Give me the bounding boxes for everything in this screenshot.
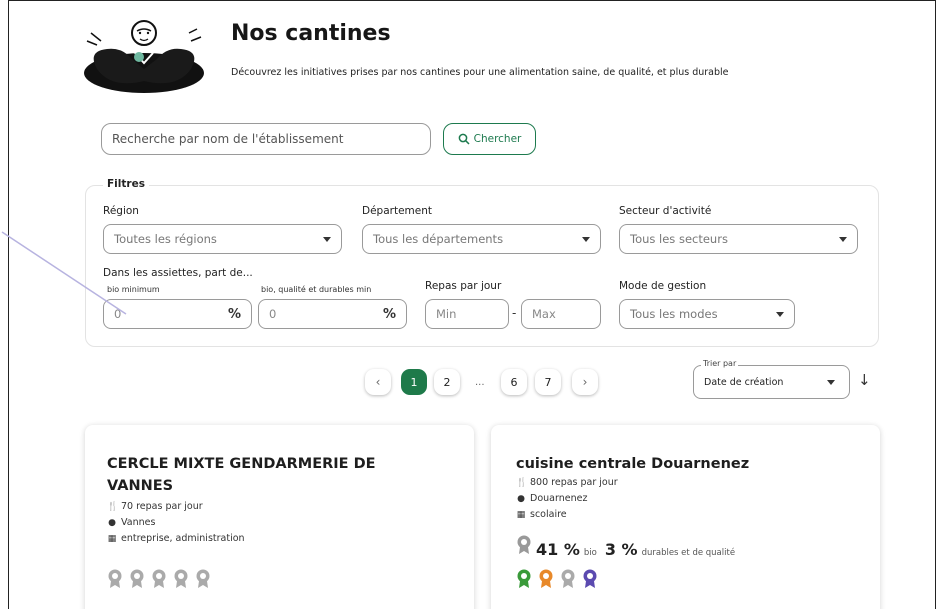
percent-icon: % (382, 306, 396, 322)
badge-icon (539, 569, 553, 588)
pagination-prev-button[interactable]: ‹ (365, 369, 391, 395)
sector-info: ▦ entreprise, administration (107, 533, 245, 544)
page-frame: Nos cantines Découvrez les initiatives p… (8, 0, 936, 609)
badge-icon (517, 569, 531, 588)
badge-icon (561, 569, 575, 588)
pagination-page-6[interactable]: 6 (501, 369, 527, 395)
pagination-page-2[interactable]: 2 (434, 369, 460, 395)
repas-max-field[interactable]: Max (521, 299, 601, 329)
badge-icon (174, 569, 188, 588)
cutlery-icon: 🍴 (107, 501, 119, 512)
gestion-select-value: Tous les modes (630, 307, 718, 321)
departement-label: Département (362, 205, 432, 217)
city-text: Douarnenez (530, 493, 588, 504)
city-info: ● Vannes (107, 517, 155, 528)
percent-icon: % (227, 306, 241, 322)
meals-info: 🍴 800 repas par jour (516, 477, 618, 488)
city-text: Vannes (121, 517, 156, 528)
pagination-next-button[interactable]: › (572, 369, 598, 395)
badge-icon (152, 569, 166, 588)
repas-min-placeholder: Min (436, 307, 457, 321)
city-info: ● Douarnenez (516, 493, 587, 504)
meals-text: 70 repas par jour (121, 501, 203, 512)
sort-label: Trier par (701, 359, 739, 368)
meals-text: 800 repas par jour (530, 477, 618, 488)
chevron-down-icon (582, 236, 590, 242)
search-button[interactable]: Chercher (443, 123, 536, 155)
filters-legend: Filtres (103, 178, 149, 190)
location-icon: ● (517, 493, 525, 504)
repas-max-placeholder: Max (532, 307, 556, 321)
cutlery-icon: 🍴 (516, 477, 528, 488)
page-title: Nos cantines (231, 21, 391, 46)
sector-text: entreprise, administration (121, 533, 245, 544)
durable-min-placeholder: 0 (269, 307, 277, 321)
arrow-down-icon[interactable]: ↓ (858, 371, 871, 389)
chevron-down-icon (776, 311, 784, 317)
assiettes-label: Dans les assiettes, part de... (103, 267, 253, 279)
region-select[interactable]: Toutes les régions (103, 224, 342, 254)
building-icon: ▦ (516, 509, 526, 520)
secteur-select-value: Tous les secteurs (630, 232, 728, 246)
bio-percent: 41 % (536, 540, 580, 559)
canteen-card-title: CERCLE MIXTE GENDARMERIE DE VANNES (107, 456, 376, 494)
location-icon: ● (108, 517, 116, 528)
region-label: Région (103, 205, 139, 217)
durable-min-field[interactable]: 0 % (258, 299, 407, 329)
badge-icon (108, 569, 122, 588)
repas-min-field[interactable]: Min (425, 299, 509, 329)
bio-min-placeholder: 0 (114, 307, 122, 321)
meals-info: 🍴 70 repas par jour (107, 501, 203, 512)
region-select-value: Toutes les régions (114, 232, 217, 246)
chevron-down-icon (323, 236, 331, 242)
secteur-label: Secteur d'activité (619, 205, 712, 217)
bio-min-field[interactable]: 0 % (103, 299, 252, 329)
search-button-label: Chercher (473, 133, 522, 145)
sector-info: ▦ scolaire (516, 509, 567, 520)
quality-stats: 41 % bio 3 % durables et de qualité (516, 535, 735, 559)
badge-icon (583, 569, 597, 588)
pagination-ellipsis: ... (475, 377, 485, 388)
repas-label: Repas par jour (425, 280, 502, 292)
award-icon (517, 535, 531, 554)
mascot-illustration (84, 20, 204, 93)
bio-label: bio (583, 548, 597, 558)
badge-icon (196, 569, 210, 588)
page-subtitle: Découvrez les initiatives prises par nos… (231, 67, 729, 78)
sort-value: Date de création (704, 377, 784, 388)
pagination-page-7[interactable]: 7 (535, 369, 561, 395)
pagination-page-1[interactable]: 1 (401, 369, 427, 395)
departement-select[interactable]: Tous les départements (362, 224, 601, 254)
sector-text: scolaire (530, 509, 567, 520)
durable-min-label: bio, qualité et durables min (261, 285, 372, 294)
badges-row (107, 569, 211, 589)
building-icon: ▦ (107, 533, 117, 544)
search-icon (458, 133, 470, 145)
departement-select-value: Tous les départements (373, 232, 504, 246)
canteen-card[interactable]: CERCLE MIXTE GENDARMERIE DE VANNES 🍴 70 … (85, 425, 474, 609)
badge-icon (130, 569, 144, 588)
canteen-card-title: cuisine centrale Douarnenez (516, 456, 750, 472)
gestion-select[interactable]: Tous les modes (619, 299, 795, 329)
badges-row (516, 569, 598, 589)
durable-label: durables et de qualité (641, 548, 736, 558)
bio-min-label: bio minimum (107, 285, 160, 294)
canteen-card[interactable]: cuisine centrale Douarnenez 🍴 800 repas … (491, 425, 880, 609)
chevron-down-icon (827, 380, 835, 385)
durable-percent: 3 % (604, 540, 638, 559)
search-input[interactable] (101, 123, 431, 155)
range-separator: - (512, 306, 517, 320)
chevron-down-icon (839, 236, 847, 242)
gestion-label: Mode de gestion (619, 280, 707, 292)
secteur-select[interactable]: Tous les secteurs (619, 224, 858, 254)
